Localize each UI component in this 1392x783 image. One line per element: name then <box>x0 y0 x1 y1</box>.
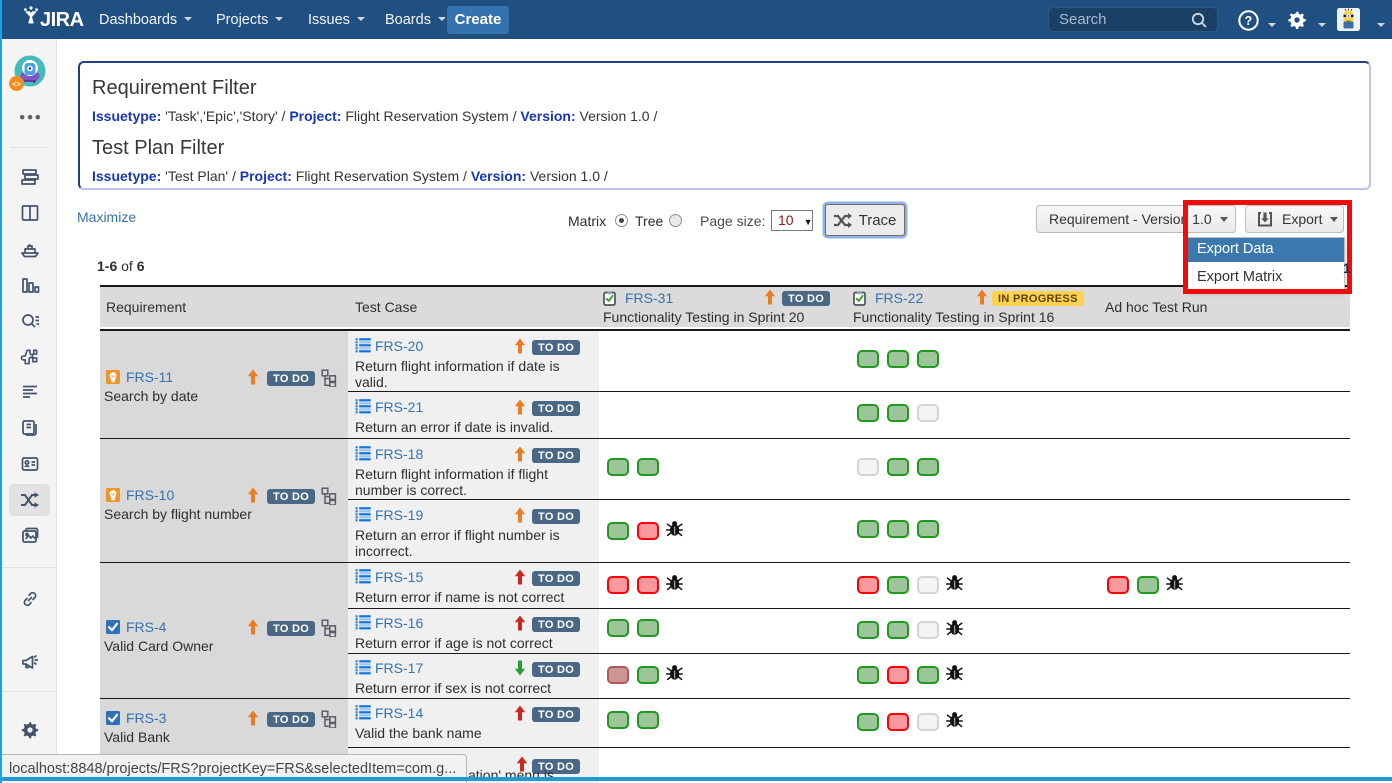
svg-text:<>: <> <box>12 79 21 88</box>
svg-text:?: ? <box>1245 14 1253 28</box>
